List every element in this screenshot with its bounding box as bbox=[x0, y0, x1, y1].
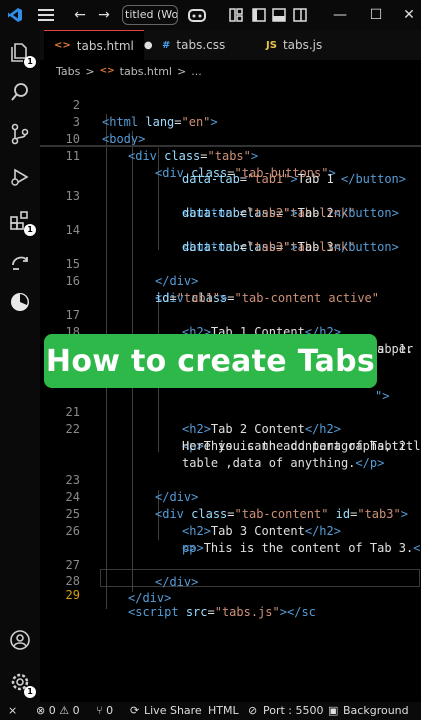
account-icon[interactable] bbox=[6, 626, 34, 654]
ports-status[interactable]: ⑂ 0 bbox=[96, 702, 113, 720]
language-mode[interactable]: HTML bbox=[208, 702, 239, 720]
live-server-port[interactable]: Port : 5500 bbox=[263, 702, 324, 720]
code-line: 15 </div> bbox=[65, 257, 199, 288]
code-line: 14 <button class="tab-link" bbox=[65, 223, 356, 254]
sticky-scroll-separator bbox=[40, 145, 421, 147]
code-line: 29 <script src="tabs.js"></sc bbox=[65, 588, 316, 619]
code-line: 2 <html lang="en"> bbox=[72, 98, 218, 129]
breadcrumb-file[interactable]: tabs.html bbox=[120, 65, 172, 78]
tab-tabs-css[interactable]: # tabs.css bbox=[152, 30, 250, 60]
breadcrumb-symbol[interactable]: ... bbox=[191, 65, 202, 78]
js-file-icon: JS bbox=[266, 39, 277, 51]
code-line: 25 <h2>Tab 3 Content</h2> bbox=[65, 507, 341, 538]
search-icon[interactable] bbox=[6, 78, 34, 106]
breadcrumb-separator: > bbox=[85, 64, 95, 78]
close-icon[interactable]: ✕ bbox=[400, 0, 418, 30]
problems-status[interactable]: ⊗ 0 ⚠ 0 bbox=[36, 702, 80, 720]
manage-gear-icon[interactable]: 1 bbox=[6, 668, 36, 698]
toggle-secondary-sidebar-icon[interactable] bbox=[292, 0, 308, 30]
breadcrumb-folder[interactable]: Tabs bbox=[56, 65, 80, 78]
breadcrumb: Tabs > <> tabs.html > ... bbox=[40, 62, 421, 80]
code-line: Here you cann add paragraphs,title, bbox=[182, 439, 421, 453]
css-file-icon: # bbox=[162, 39, 171, 51]
tutorial-title-banner: How to create Tabs bbox=[44, 334, 377, 388]
code-line: 18 <p>This is the content of Tab 1. bbox=[65, 325, 414, 356]
code-line: data-tab="tab1">Tab 1 </button> bbox=[182, 172, 407, 186]
forward-arrow-icon[interactable]: → bbox=[96, 0, 112, 30]
code-line: id="tab1"> bbox=[155, 291, 228, 305]
remote-indicator-icon[interactable]: ⨯ bbox=[8, 702, 17, 720]
code-editor[interactable]: 2 <html lang="en"> 3 <body> 10 <div clas… bbox=[40, 80, 421, 700]
remote-explorer-icon[interactable] bbox=[6, 248, 34, 276]
extensions-icon[interactable]: 1 bbox=[6, 206, 36, 236]
run-debug-icon[interactable] bbox=[6, 163, 34, 191]
manage-badge: 1 bbox=[24, 686, 36, 698]
tab-label: tabs.html bbox=[76, 38, 134, 53]
code-line: 21 <h2>Tab 2 Content</h2> bbox=[65, 405, 341, 436]
tab-tabs-js[interactable]: JS tabs.js bbox=[256, 30, 346, 60]
layout-controls-icon[interactable] bbox=[228, 0, 244, 30]
tab-tabs-html[interactable]: <> tabs.html ● bbox=[44, 30, 153, 60]
background-button[interactable]: Background bbox=[343, 702, 409, 720]
code-line: table ,data of anything.</p> bbox=[182, 456, 385, 470]
timer-extension-icon[interactable] bbox=[6, 288, 34, 316]
extensions-badge: 1 bbox=[24, 224, 36, 236]
code-line: 27 </div> bbox=[65, 558, 199, 589]
code-line: p> bbox=[182, 541, 197, 555]
code-line: 23 </div> bbox=[65, 473, 199, 504]
title-bar: ← → titled (Work — ☐ ✕ bbox=[0, 0, 421, 30]
breadcrumb-separator: > bbox=[177, 64, 187, 78]
source-control-icon[interactable] bbox=[6, 120, 34, 148]
back-arrow-icon[interactable]: ← bbox=[72, 0, 88, 30]
tab-label: tabs.css bbox=[176, 38, 226, 52]
code-line: 3 <body> bbox=[72, 115, 146, 146]
explorer-icon[interactable]: 1 bbox=[6, 38, 36, 68]
code-line: 22 <p>This is the content of Tab 2. bbox=[65, 422, 414, 453]
code-line: data-tab="tab3">Tab 3</button> bbox=[182, 240, 399, 254]
copilot-icon[interactable] bbox=[185, 0, 209, 30]
port-icon[interactable]: ⊘ bbox=[248, 702, 257, 720]
toggle-panel-icon[interactable] bbox=[271, 0, 287, 30]
code-line: 13 <button class="tab-link" bbox=[65, 189, 356, 220]
html-file-icon: <> bbox=[54, 40, 71, 51]
code-line: 16 <div class="tab-content active" bbox=[65, 274, 380, 305]
maximize-icon[interactable]: ☐ bbox=[368, 0, 384, 30]
code-line: data-tab="tab2">Tab 2</button> bbox=[182, 206, 399, 220]
minimize-icon[interactable]: — bbox=[332, 0, 348, 30]
explorer-badge: 1 bbox=[24, 56, 36, 68]
live-share-button[interactable]: Live Share bbox=[144, 702, 202, 720]
background-icon[interactable]: ▣ bbox=[328, 702, 338, 720]
menu-icon[interactable] bbox=[36, 0, 56, 30]
toggle-sidebar-icon[interactable] bbox=[251, 0, 267, 30]
code-line: 17 <h2>Tab 1 Content</h2> bbox=[65, 308, 341, 339]
status-bar: ⨯ ⊗ 0 ⚠ 0 ⑂ 0 ⟳ Live Share HTML ⊘ Port :… bbox=[0, 702, 421, 720]
editor-tab-bar: <> tabs.html ● # tabs.css JS tabs.js bbox=[40, 30, 421, 60]
code-line: 26 <p>This is the content of Tab 3.</ bbox=[65, 524, 421, 555]
html-file-icon: <> bbox=[99, 66, 115, 76]
command-center-title[interactable]: titled (Work bbox=[122, 5, 178, 25]
vscode-logo-icon[interactable] bbox=[6, 0, 24, 30]
activity-bar: 1 1 1 bbox=[0, 30, 40, 702]
code-line: 10 <div class="tabs"> bbox=[65, 132, 259, 163]
code-line: 24 <div class="tab-content" id="tab3"> bbox=[65, 490, 408, 521]
tab-label: tabs.js bbox=[282, 38, 323, 52]
live-share-icon[interactable]: ⟳ bbox=[130, 702, 139, 720]
